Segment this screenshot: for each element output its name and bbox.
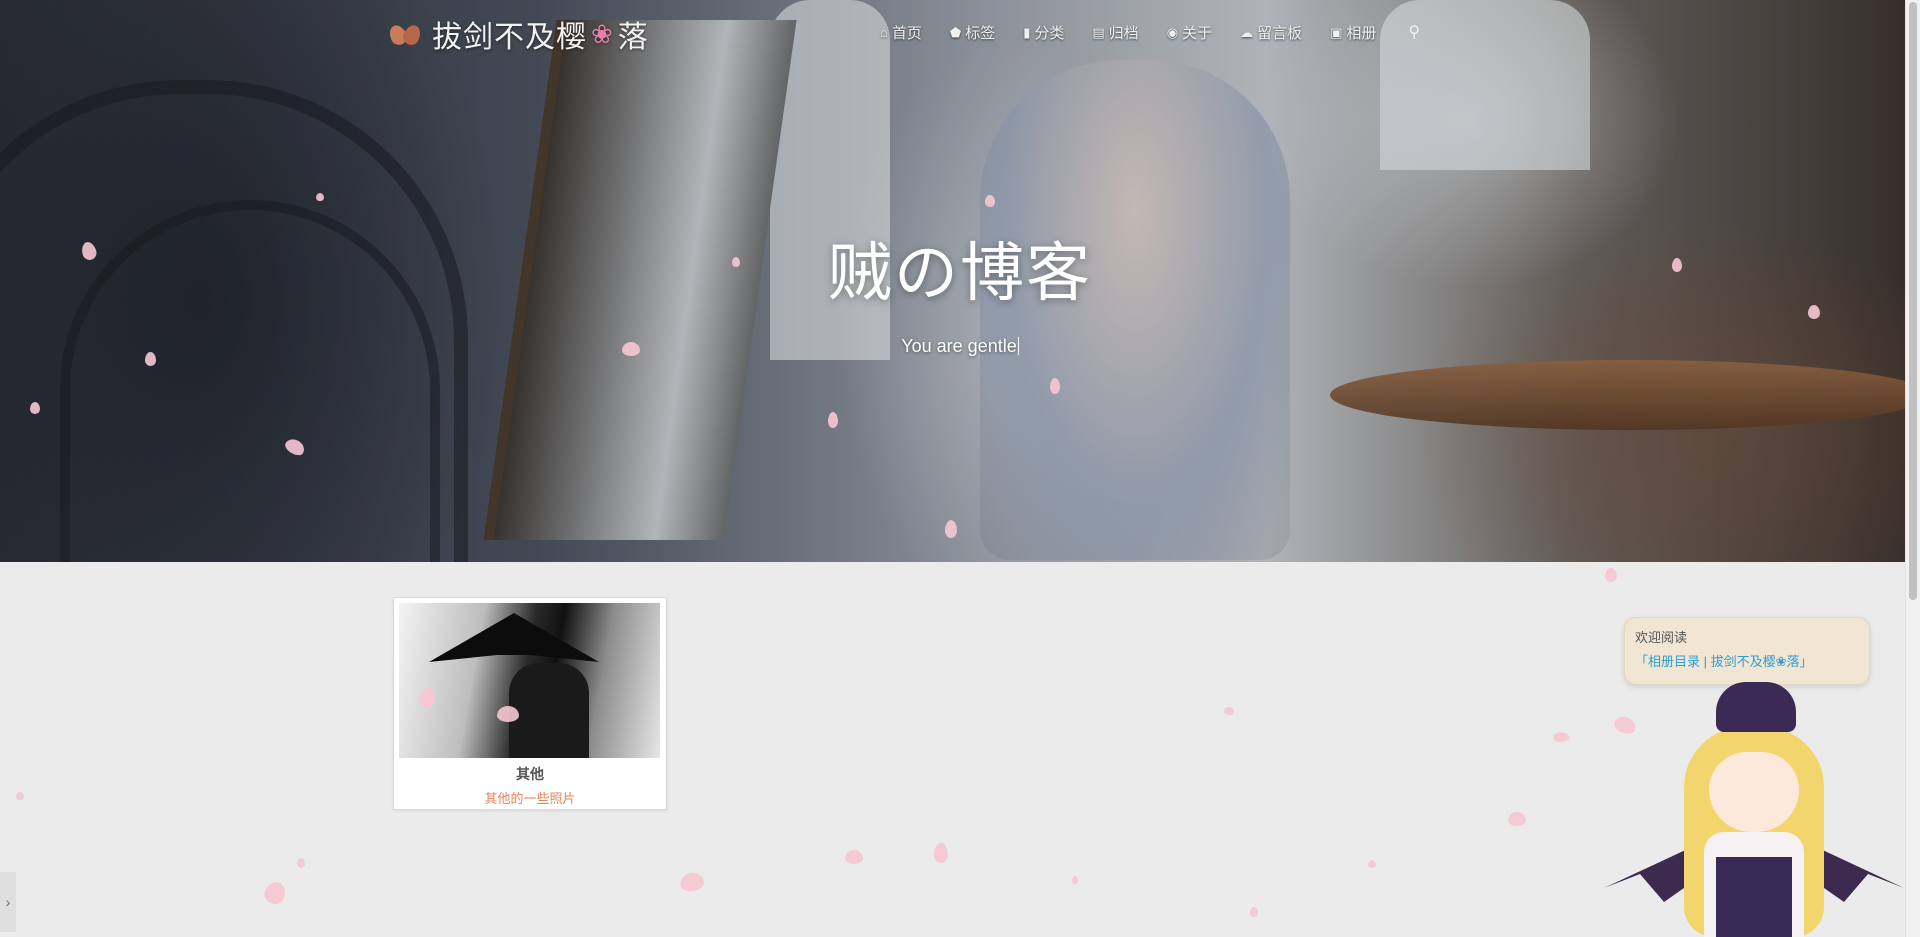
album-cover-image[interactable] xyxy=(399,603,660,758)
nav-item-label: 归档 xyxy=(1108,25,1139,42)
album-name[interactable]: 其他 xyxy=(394,764,666,784)
bookmark-icon: ▮ xyxy=(1023,24,1031,40)
mascot-speech-bubble: 欢迎阅读「相册目录 | 拔剑不及樱❀落」 xyxy=(1624,617,1870,685)
brand-name-right: 落 xyxy=(617,21,649,54)
sidebar-toggle[interactable]: › xyxy=(0,872,16,932)
sakura-icon: ❀ xyxy=(591,18,614,49)
typing-caret xyxy=(1017,337,1019,355)
album-card-other[interactable]: 其他 其他的一些照片 xyxy=(393,597,667,810)
nav-item-about[interactable]: ◉ 关于 xyxy=(1167,22,1212,43)
page-scrollbar[interactable] xyxy=(1905,0,1920,937)
site-brand[interactable]: 拔剑不及樱 ❀ 落 xyxy=(390,14,649,55)
nav-item-guestbook[interactable]: ☁ 留言板 xyxy=(1240,22,1302,43)
nav-item-label: 留言板 xyxy=(1257,25,1303,42)
scrollbar-thumb[interactable] xyxy=(1909,2,1917,600)
brand-name-left: 拔剑不及樱 xyxy=(432,21,587,54)
nav-item-label: 首页 xyxy=(891,25,922,42)
bubble-prefix: 欢迎阅读 xyxy=(1635,630,1688,645)
nav-item-home[interactable]: ⌂ 首页 xyxy=(880,22,922,43)
tag-icon: ⬟ xyxy=(949,24,962,40)
hero-title: 贼の博客 xyxy=(828,237,1092,309)
comments-icon: ☁ xyxy=(1240,24,1254,40)
brand-logo-icon xyxy=(390,21,420,47)
hero-subtitle-text: You are gentle xyxy=(901,336,1017,356)
nav-item-label: 标签 xyxy=(965,25,996,42)
hero-subtitle: You are gentle xyxy=(0,336,1920,357)
nav-item-archive[interactable]: ▤ 归档 xyxy=(1092,22,1138,43)
search-icon[interactable]: ⚲ xyxy=(1408,22,1420,43)
nav-item-label: 相册 xyxy=(1346,25,1377,42)
live2d-mascot[interactable] xyxy=(1604,682,1904,937)
nav-item-categories[interactable]: ▮ 分类 xyxy=(1023,22,1064,43)
main-nav: ⌂ 首页 ⬟ 标签 ▮ 分类 ▤ 归档 ◉ 关于 ☁ 留言板 ▣ 相册 ⚲ xyxy=(880,22,1420,43)
nav-item-tags[interactable]: ⬟ 标签 xyxy=(950,22,995,43)
album-description: 其他的一些照片 xyxy=(484,791,576,806)
archive-icon: ▤ xyxy=(1092,24,1105,40)
image-icon: ▣ xyxy=(1330,24,1343,40)
nav-item-albums[interactable]: ▣ 相册 xyxy=(1330,22,1376,43)
home-icon: ⌂ xyxy=(880,25,888,40)
nav-item-label: 分类 xyxy=(1034,25,1065,42)
nav-item-label: 关于 xyxy=(1182,25,1213,42)
bubble-link[interactable]: 「相册目录 | 拔剑不及樱❀落」 xyxy=(1635,654,1813,669)
hero-banner: 拔剑不及樱 ❀ 落 ⌂ 首页 ⬟ 标签 ▮ 分类 ▤ 归档 ◉ 关于 ☁ 留言板… xyxy=(0,0,1920,562)
user-circle-icon: ◉ xyxy=(1166,24,1179,40)
